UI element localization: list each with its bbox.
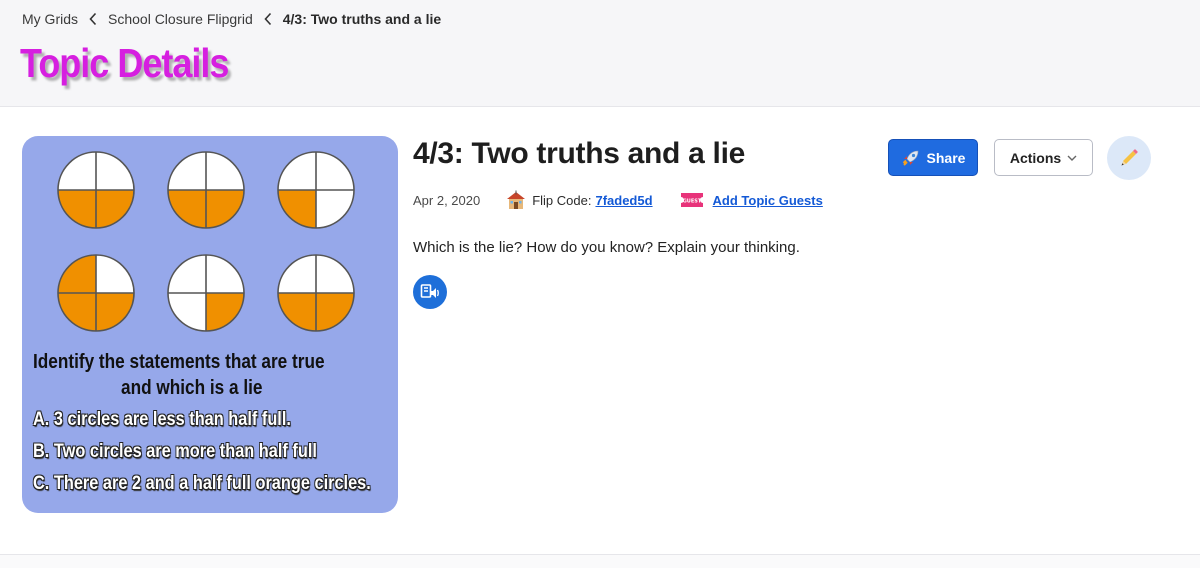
page-title: Topic Details bbox=[20, 40, 229, 86]
share-button[interactable]: Share bbox=[888, 139, 978, 176]
svg-text:GUEST: GUEST bbox=[682, 199, 701, 205]
breadcrumb-my-grids[interactable]: My Grids bbox=[22, 11, 78, 27]
flip-code-link[interactable]: 7faded5d bbox=[595, 193, 652, 208]
breadcrumb: My Grids School Closure Flipgrid 4/3: Tw… bbox=[22, 10, 441, 28]
fraction-circle bbox=[277, 254, 355, 332]
rocket-icon bbox=[902, 150, 918, 166]
thumbnail-heading-line2: and which is a lie bbox=[121, 377, 263, 399]
page-header: My Grids School Closure Flipgrid 4/3: Tw… bbox=[0, 0, 1200, 107]
immersive-reader-button[interactable] bbox=[413, 275, 447, 309]
immersive-reader-icon bbox=[420, 284, 439, 298]
topic-meta: Apr 2, 2020 Flip Code: 7faded5d GUEST Ad… bbox=[413, 189, 823, 211]
edit-topic-button[interactable] bbox=[1107, 136, 1151, 180]
add-topic-guests[interactable]: GUEST Add Topic Guests bbox=[679, 191, 823, 209]
chevron-left-icon bbox=[89, 12, 97, 26]
actions-dropdown-button[interactable]: Actions bbox=[994, 139, 1093, 176]
breadcrumb-school-closure[interactable]: School Closure Flipgrid bbox=[108, 11, 253, 27]
flip-code-label: Flip Code: bbox=[532, 192, 592, 208]
share-label: Share bbox=[926, 149, 966, 166]
actions-label: Actions bbox=[1009, 149, 1062, 166]
topic-date: Apr 2, 2020 bbox=[413, 192, 481, 208]
breadcrumb-current-topic: 4/3: Two truths and a lie bbox=[282, 11, 442, 27]
fraction-circle bbox=[167, 151, 245, 229]
topic-thumbnail[interactable]: Identify the statements that are true an… bbox=[22, 136, 398, 513]
footer-strip bbox=[0, 555, 1200, 568]
guest-ticket-icon: GUEST bbox=[680, 193, 703, 207]
add-topic-guests-link[interactable]: Add Topic Guests bbox=[713, 193, 823, 208]
thumbnail-statement-c: C. There are 2 and a half full orange ci… bbox=[33, 473, 371, 494]
chevron-down-icon bbox=[1067, 155, 1077, 161]
thumbnail-heading-line1: Identify the statements that are true bbox=[33, 351, 325, 373]
thumbnail-statement-a: A. 3 circles are less than half full. bbox=[33, 409, 291, 430]
fraction-circle bbox=[57, 151, 135, 229]
school-house-icon bbox=[507, 190, 526, 209]
topic-title: 4/3: Two truths and a lie bbox=[413, 137, 745, 170]
fraction-circle bbox=[57, 254, 135, 332]
thumbnail-statement-b: B. Two circles are more than half full bbox=[33, 441, 317, 462]
fraction-circle bbox=[277, 151, 355, 229]
pencil-icon bbox=[1121, 149, 1138, 166]
topic-prompt: Which is the lie? How do you know? Expla… bbox=[413, 239, 800, 256]
fraction-circle bbox=[167, 254, 245, 332]
chevron-left-icon bbox=[264, 12, 271, 26]
